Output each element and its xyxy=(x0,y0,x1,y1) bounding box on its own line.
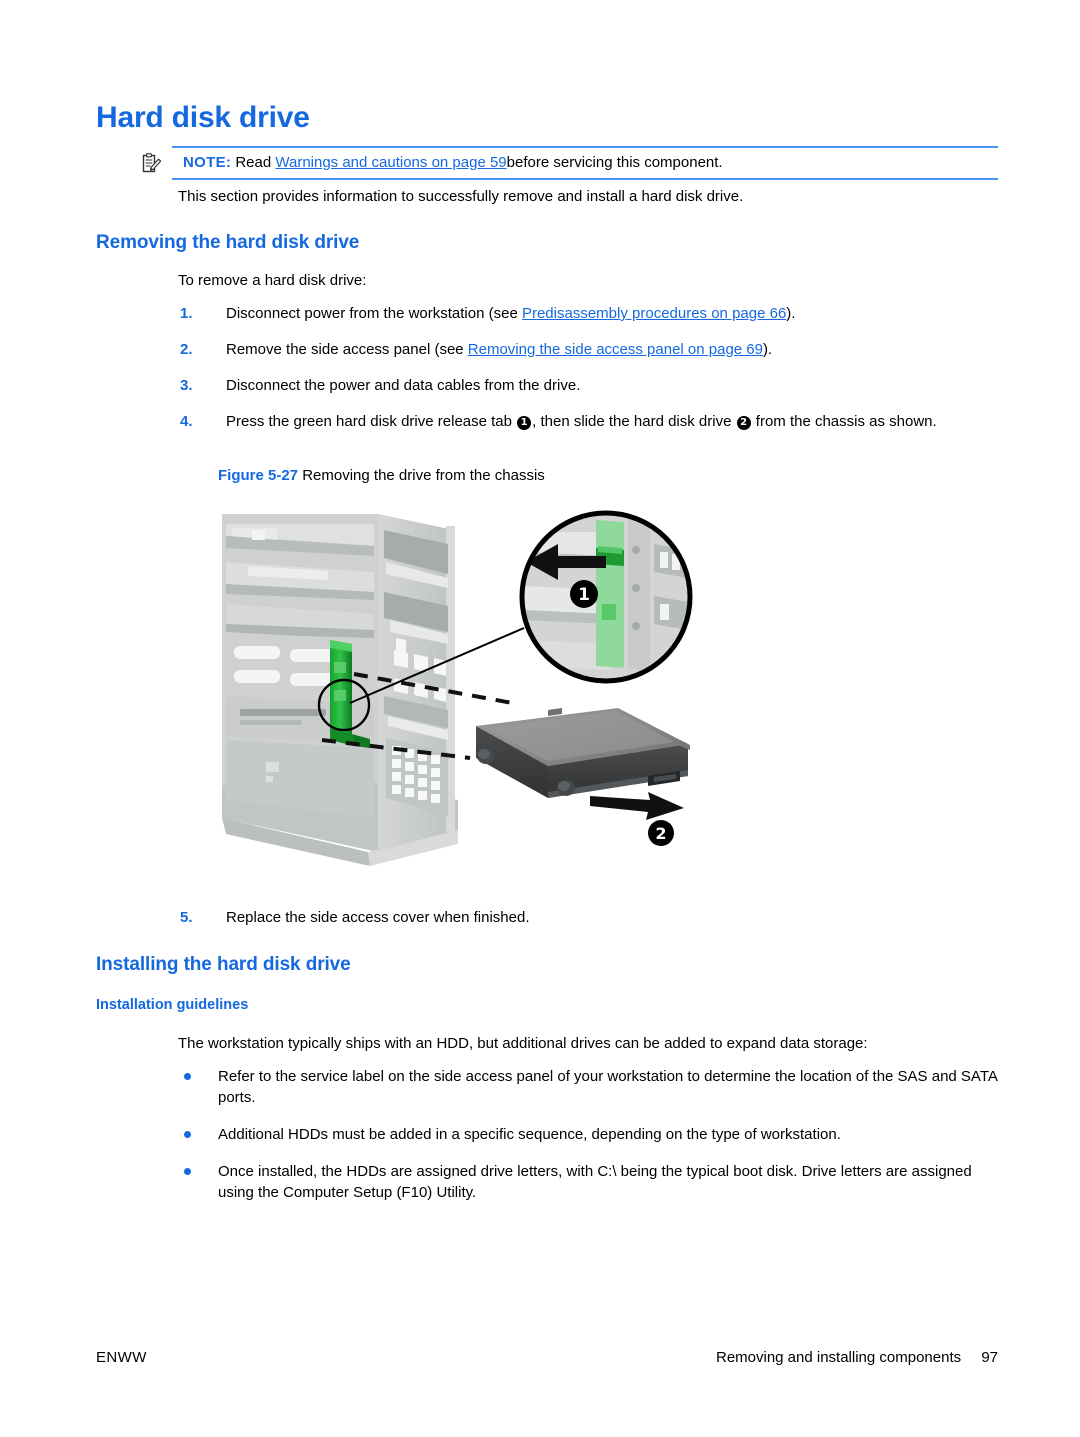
list-item-text: Refer to the service label on the side a… xyxy=(218,1068,998,1106)
chassis-assembly xyxy=(222,514,458,866)
section-heading-installing: Installing the hard disk drive xyxy=(96,954,351,975)
figure-number: Figure 5-27 xyxy=(218,467,299,484)
removal-steps-list: 1. Disconnect power from the workstation… xyxy=(178,303,1000,447)
step-number: 2. xyxy=(180,341,193,358)
list-item-text: Additional HDDs must be added in a speci… xyxy=(218,1126,841,1143)
step4-part3: from the chassis as shown. xyxy=(751,413,937,430)
step-text-prefix: Remove the side access panel (see xyxy=(226,341,468,358)
svg-text:2: 2 xyxy=(655,824,666,843)
step-item: 4. Press the green hard disk drive relea… xyxy=(178,411,1000,432)
note-bottom-rule xyxy=(172,178,998,180)
step-xref-link[interactable]: Removing the side access panel on page 6… xyxy=(468,341,763,358)
step-number: 4. xyxy=(180,413,193,430)
note-tail: before servicing this component. xyxy=(506,154,723,171)
subsection-heading-installation-guidelines: Installation guidelines xyxy=(96,997,249,1013)
bullet-dot-icon xyxy=(184,1073,191,1080)
list-item: Additional HDDs must be added in a speci… xyxy=(178,1124,1006,1145)
removing-lead-in: To remove a hard disk drive: xyxy=(178,272,367,289)
figure-caption: Figure 5-27 Removing the drive from the … xyxy=(218,466,545,486)
note-xref-link[interactable]: Warnings and cautions on page 59 xyxy=(275,154,506,171)
note-body: NOTE: Read Warnings and cautions on page… xyxy=(183,153,723,173)
figure-caption-text: Removing the drive from the chassis xyxy=(302,467,545,484)
footer-section-text: Removing and installing components xyxy=(715,1349,962,1366)
section-heading-removing: Removing the hard disk drive xyxy=(96,232,360,253)
note-top-rule xyxy=(172,146,998,148)
note-lead: Read xyxy=(235,154,272,171)
step-text: Replace the side access cover when finis… xyxy=(226,909,530,926)
magnified-inset-callout: 1 xyxy=(519,510,693,684)
drive-cage-upper xyxy=(226,524,374,638)
note-label: NOTE: xyxy=(183,154,232,171)
footer-locale-label: ENWW xyxy=(96,1349,147,1366)
figure-hard-disk-removal-illustration: 2 1 xyxy=(218,500,698,895)
callout-badge-2: 2 xyxy=(736,416,751,430)
bullet-dot-icon xyxy=(184,1131,191,1138)
step-text-prefix: Disconnect the power and data cables fro… xyxy=(226,377,581,394)
step-item: 2. Remove the side access panel (see Rem… xyxy=(178,339,1000,360)
step-text-suffix: ). xyxy=(763,341,773,358)
list-item-text: Once installed, the HDDs are assigned dr… xyxy=(218,1163,972,1201)
step-text-prefix: Disconnect power from the workstation (s… xyxy=(226,305,522,322)
svg-text:1: 1 xyxy=(578,585,590,605)
chassis-drive-diagram: 2 1 xyxy=(222,510,693,866)
step-item: 1. Disconnect power from the workstation… xyxy=(178,303,1000,324)
list-item: Once installed, the HDDs are assigned dr… xyxy=(178,1161,1006,1203)
installation-guidelines-list: Refer to the service label on the side a… xyxy=(178,1066,1006,1219)
note-admonition: NOTE: Read Warnings and cautions on page… xyxy=(140,146,998,180)
step-number: 5. xyxy=(180,909,193,926)
step-number: 3. xyxy=(180,377,193,394)
step-number: 1. xyxy=(180,305,193,322)
callout-badge-1: 1 xyxy=(517,416,532,430)
footer-section-label: Removing and installing components 97 xyxy=(716,1349,998,1366)
step-text-suffix: ). xyxy=(786,305,796,322)
hard-disk-drive xyxy=(476,708,690,798)
figure-callout-2: 2 xyxy=(648,820,674,846)
installing-lead-in: The workstation typically ships with an … xyxy=(178,1035,868,1052)
step-xref-link[interactable]: Predisassembly procedures on page 66 xyxy=(522,305,786,322)
step-item: 3. Disconnect the power and data cables … xyxy=(178,375,1000,396)
note-clipboard-icon xyxy=(142,153,162,174)
page-title: Hard disk drive xyxy=(96,101,310,134)
list-item: Refer to the service label on the side a… xyxy=(178,1066,1006,1108)
drive-pullout-arrow xyxy=(590,792,684,820)
footer-page-number: 97 xyxy=(981,1349,998,1366)
page: Hard disk drive NOTE: Read Warnings and … xyxy=(0,0,1080,1437)
intro-paragraph: This section provides information to suc… xyxy=(178,188,744,205)
step4-part1: Press the green hard disk drive release … xyxy=(226,413,517,430)
step-item: 5. Replace the side access cover when fi… xyxy=(178,907,926,928)
step4-part2: , then slide the hard disk drive xyxy=(532,413,736,430)
bullet-dot-icon xyxy=(184,1168,191,1175)
